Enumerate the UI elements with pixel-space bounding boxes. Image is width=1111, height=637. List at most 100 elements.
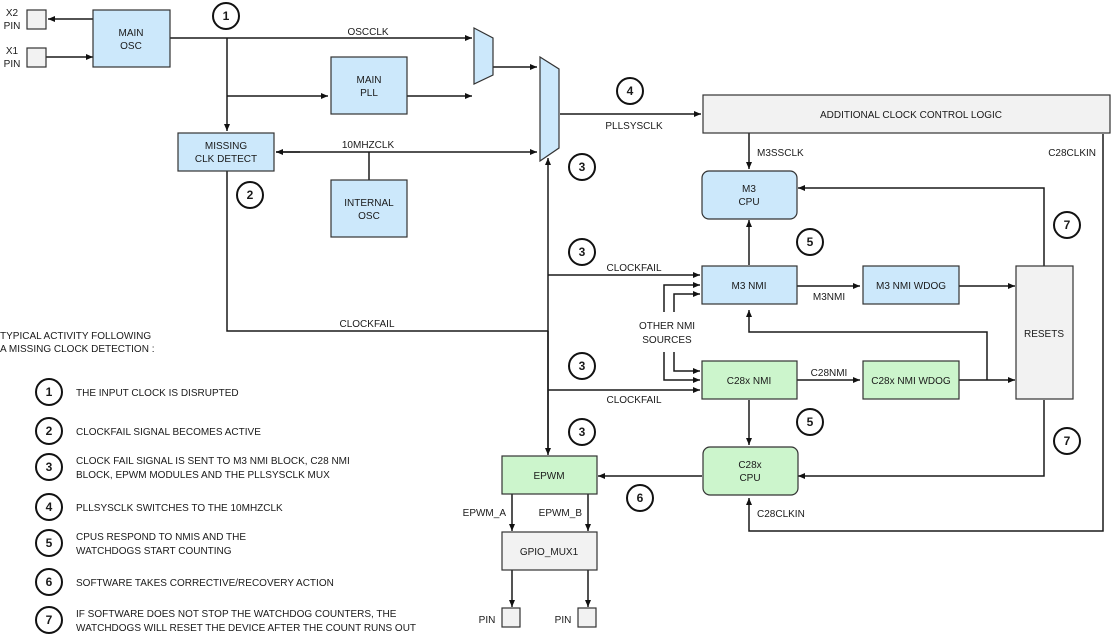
missing-clk-detect-block: MISSING CLK DETECT [177,132,275,172]
c28-nmi-wdog-block: C28x NMI WDOG [862,360,960,400]
legend-marker-number: 6 [46,575,53,589]
legend-item: 5 CPUS RESPOND TO NMIS AND THE WATCHDOGS S… [35,529,246,557]
legend-marker-number: 7 [46,613,53,627]
other-nmi-label-1: OTHER NMI [639,321,695,332]
m3ssclk-label: M3SSCLK [757,148,804,159]
main-osc-label-1: MAIN [119,28,144,39]
legend-item-text: CPUS RESPOND TO NMIS AND THE [76,532,246,543]
legend-item: 6 SOFTWARE TAKES CORRECTIVE/RECOVERY ACTI… [35,568,334,596]
missing-clk-label-1: MISSING [205,141,247,152]
epwm-label: EPWM [533,471,564,482]
c28clkin-label-bottom: C28CLKIN [757,509,805,520]
internal-osc-label-1: INTERNAL [344,198,394,209]
legend-item-text: PLLSYSCLK SWITCHES TO THE 10MHZCLK [76,503,283,514]
c28-nmi-wdog-label: C28x NMI WDOG [871,376,951,387]
x2-pin: X2 PIN [4,8,47,32]
resets-label: RESETS [1024,329,1064,340]
legend-marker-number: 2 [46,424,53,438]
step-marker-5a: 5 [796,228,824,256]
clockfail-label-main: CLOCKFAIL [339,319,394,330]
svg-text:2: 2 [247,188,254,202]
svg-text:3: 3 [579,160,586,174]
legend-marker-number: 3 [46,460,53,474]
main-pll-label-1: MAIN [357,75,382,86]
pllsysclk-label: PLLSYSCLK [605,121,663,132]
10mhzclk-label: 10MHZCLK [342,140,395,151]
legend-item-text: CLOCKFAIL SIGNAL BECOMES ACTIVE [76,427,261,438]
legend-items: 1 THE INPUT CLOCK IS DISRUPTED 2 CLOCKFAIL … [35,378,416,634]
svg-text:1: 1 [223,9,230,23]
c28-nmi-label: C28x NMI [727,376,771,387]
pin-b-label: PIN [555,615,572,626]
c28clkin-label-top: C28CLKIN [1048,148,1096,159]
x1-pin: X1 PIN [4,46,47,70]
step-marker-3d: 3 [568,418,596,446]
legend-item-text: BLOCK, EPWM MODULES AND THE PLLSYSCLK MU… [76,470,330,481]
legend-marker-number: 5 [46,536,53,550]
m3-nmi-block: M3 NMI [701,265,798,305]
m3nmi-label: M3NMI [813,292,845,303]
svg-text:5: 5 [807,415,814,429]
svg-text:7: 7 [1064,218,1071,232]
main-pll-label-2: PLL [360,88,378,99]
step-marker-6: 6 [626,484,654,512]
clock-fail-diagram: X2 PIN X1 PIN MAIN OSC MAIN PLL MISSING … [0,2,1111,634]
step-marker-2: 2 [236,181,264,209]
clockfail-label-m3: CLOCKFAIL [606,263,661,274]
m3-cpu-label-2: CPU [738,197,759,208]
legend-title-1: TYPICAL ACTIVITY FOLLOWING [0,331,151,342]
other-nmi-label-2: SOURCES [642,335,692,346]
x1-pin-box [26,47,47,68]
m3-cpu-label-1: M3 [742,184,756,195]
oscclk-label: OSCCLK [347,27,388,38]
output-pin-b: PIN [555,607,597,628]
svg-text:4: 4 [627,84,634,98]
x2-pin-label-1: X2 [6,8,19,19]
pin-a-label: PIN [479,615,496,626]
osc-pll-mux [473,27,494,85]
x2-pin-label-2: PIN [4,21,21,32]
step-marker-3b: 3 [568,238,596,266]
x1-pin-label-2: PIN [4,59,21,70]
legend-item-text: CLOCK FAIL SIGNAL IS SENT TO M3 NMI BLOC… [76,456,350,467]
internal-osc-block: INTERNAL OSC [330,179,408,238]
svg-text:6: 6 [637,491,644,505]
gpio-mux-label: GPIO_MUX1 [520,547,579,558]
c28nmi-label: C28NMI [811,368,848,379]
legend-item-text: WATCHDOGS WILL RESET THE DEVICE AFTER TH… [76,623,416,634]
c28-cpu-label-1: C28x [738,460,761,471]
legend-item: 2 CLOCKFAIL SIGNAL BECOMES ACTIVE [35,417,261,445]
step-marker-3a: 3 [568,153,596,181]
main-osc-block: MAIN OSC [92,9,171,68]
c28-nmi-block: C28x NMI [701,360,798,400]
additional-logic-label: ADDITIONAL CLOCK CONTROL LOGIC [820,110,1002,121]
step-marker-3c: 3 [568,352,596,380]
legend-item: 7 IF SOFTWARE DOES NOT STOP THE WATCHDOG … [35,606,416,634]
legend-item: 3 CLOCK FAIL SIGNAL IS SENT TO M3 NMI BLO… [35,453,350,481]
step-marker-4: 4 [616,77,644,105]
c28-cpu-label-2: CPU [739,473,760,484]
legend-marker-number: 4 [46,500,53,514]
internal-osc-label-2: OSC [358,211,380,222]
x1-pin-label-1: X1 [6,46,19,57]
step-marker-5b: 5 [796,408,824,436]
output-pin-a: PIN [479,607,521,628]
legend: TYPICAL ACTIVITY FOLLOWING A MISSING CLO… [0,331,416,634]
additional-clock-logic-block: ADDITIONAL CLOCK CONTROL LOGIC [702,94,1111,134]
m3-nmi-wdog-label: M3 NMI WDOG [876,281,946,292]
main-osc-label-2: OSC [120,41,142,52]
svg-text:3: 3 [579,359,586,373]
epwm-a-label: EPWM_A [463,508,507,519]
missing-clk-label-2: CLK DETECT [195,154,257,165]
main-pll-block: MAIN PLL [330,56,408,115]
legend-item-text: WATCHDOGS START COUNTING [76,546,232,557]
pllsysclk-mux [539,55,560,163]
m3-cpu-block: M3 CPU [701,170,798,220]
x2-pin-box [26,9,47,30]
clockfail-label-c28: CLOCKFAIL [606,395,661,406]
svg-text:5: 5 [807,235,814,249]
step-marker-7a: 7 [1053,211,1081,239]
epwm-block: EPWM [501,455,598,495]
legend-item: 4 PLLSYSCLK SWITCHES TO THE 10MHZCLK [35,493,283,521]
step-marker-1: 1 [212,2,240,30]
